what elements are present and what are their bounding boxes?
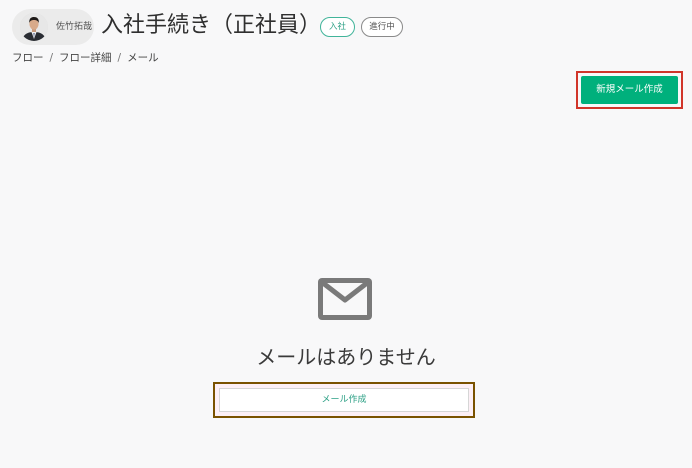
compose-mail-wrapper[interactable]: メール作成: [213, 382, 475, 418]
empty-state-message: メールはありません: [256, 345, 436, 369]
breadcrumb: フロー / フロー詳細 / メール: [12, 51, 159, 65]
breadcrumb-separator: /: [49, 52, 54, 64]
breadcrumb-item-flow-detail[interactable]: フロー詳細: [59, 52, 112, 64]
new-mail-button[interactable]: 新規メール作成: [576, 71, 683, 109]
breadcrumb-item-flow[interactable]: フロー: [12, 52, 44, 64]
compose-mail-button[interactable]: メール作成: [219, 388, 469, 412]
breadcrumb-item-mail: メール: [127, 52, 159, 64]
avatar: [20, 13, 48, 41]
page-title: 入社手続き（正社員）: [101, 13, 322, 38]
tag-join-badge: 入社: [320, 17, 355, 37]
new-mail-button-label[interactable]: 新規メール作成: [581, 76, 678, 104]
user-name: 佐竹拓哉: [56, 22, 93, 32]
user-chip[interactable]: 佐竹拓哉: [12, 9, 94, 45]
status-badge: 進行中: [361, 17, 403, 37]
mail-icon: [318, 278, 372, 320]
breadcrumb-separator: /: [117, 52, 122, 64]
